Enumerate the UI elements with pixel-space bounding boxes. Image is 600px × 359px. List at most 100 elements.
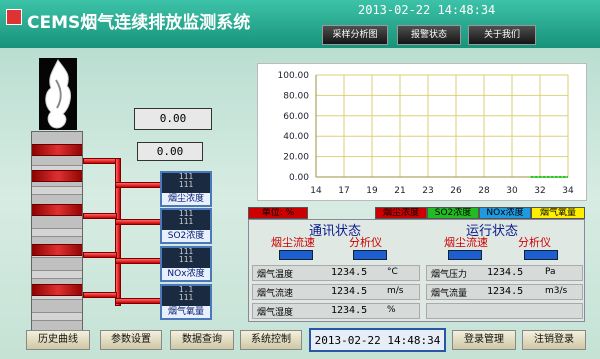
legend-unit: 单位: % [248, 207, 308, 219]
sensor-value: 111 [178, 293, 194, 302]
flow-display-primary: 0.00 [134, 108, 212, 130]
sample-pipe [83, 292, 117, 298]
reading-name: 烟气流速 [257, 289, 294, 299]
header-clock: 2013-02-22 14:48:34 [358, 3, 496, 17]
reading-value: 1234.5 [331, 267, 368, 278]
reading-unit: Pa [545, 267, 556, 277]
logout-button[interactable]: 注销登录 [522, 330, 586, 350]
sensor-label: 烟尘浓度 [162, 193, 210, 205]
sample-pipe [83, 252, 117, 258]
dust-concentration-sensor: 111 111 烟尘浓度 [160, 171, 212, 207]
sensor-label: SO2浓度 [162, 230, 210, 242]
alarm-status-button[interactable]: 报警状态 [397, 25, 461, 45]
chimney-band [32, 170, 82, 182]
y-tick-label: 60.00 [283, 112, 309, 122]
parameter-settings-button[interactable]: 参数设置 [100, 330, 162, 350]
reading-name: 烟气流量 [431, 289, 468, 299]
chimney [31, 131, 83, 350]
reading-unit: °C [387, 267, 398, 277]
trend-chart: 14 17 19 21 23 26 28 30 32 34 0.00 20.00 40.00 60.00 8… [257, 63, 587, 201]
app-title: CEMS烟气连续排放监测系统 [27, 13, 251, 33]
x-tick-label: 28 [478, 186, 490, 196]
legend-label: NOx浓度 [486, 208, 524, 218]
reading-row: 烟气温度 1234.5 °C [252, 265, 420, 281]
comm-label-flow: 烟尘流速 [271, 236, 315, 249]
sensor-value: 111 [178, 180, 194, 189]
trend-chart-svg: 14 17 19 21 23 26 28 30 32 34 0.00 20.00 40.00 60.00 8… [278, 71, 574, 196]
reading-row-empty [426, 303, 583, 319]
reading-unit: % [387, 305, 396, 315]
reading-unit: m3/s [545, 286, 568, 296]
app-logo-icon [6, 9, 22, 25]
legend-label: 烟尘浓度 [382, 208, 419, 218]
sample-pipe [115, 158, 121, 306]
oxygen-sensor: 1.1 111 烟气氧量 [160, 284, 212, 320]
data-query-button[interactable]: 数据查询 [170, 330, 234, 350]
x-tick-label: 30 [506, 186, 518, 196]
chimney-band [32, 244, 82, 256]
x-tick-label: 32 [534, 186, 545, 196]
sensor-value: 111 [178, 217, 194, 226]
reading-value: 1234.5 [331, 286, 368, 297]
reading-value: 1234.5 [487, 286, 524, 297]
legend-so2: SO2浓度 [427, 207, 479, 219]
nox-concentration-sensor: 111 111 NOx浓度 [160, 246, 212, 282]
footer-clock: 2013-02-22 14:48:34 [309, 328, 446, 352]
y-tick-label: 20.00 [283, 153, 309, 163]
comm-flow-indicator [279, 250, 313, 260]
x-tick-label: 19 [366, 186, 378, 196]
login-management-button[interactable]: 登录管理 [452, 330, 516, 350]
about-us-button[interactable]: 关于我们 [468, 25, 536, 45]
chimney-band [32, 144, 82, 156]
legend-label: 烟气氧量 [539, 208, 576, 218]
run-analyzer-indicator [524, 250, 558, 260]
system-control-button[interactable]: 系统控制 [240, 330, 302, 350]
reading-row: 烟气湿度 1234.5 % [252, 303, 420, 319]
sampling-chart-button[interactable]: 采样分析图 [322, 25, 388, 45]
chimney-band [32, 204, 82, 216]
y-tick-label: 0.00 [289, 173, 309, 183]
sensor-value: 111 [178, 255, 194, 264]
reading-row: 烟气压力 1234.5 Pa [426, 265, 583, 281]
run-label-analyzer: 分析仪 [518, 236, 551, 249]
x-tick-label: 21 [394, 186, 405, 196]
y-tick-label: 80.00 [283, 91, 309, 101]
smoke-plume-icon [39, 58, 77, 130]
run-flow-indicator [448, 250, 482, 260]
sample-pipe [115, 219, 162, 225]
reading-name: 烟气压力 [431, 270, 468, 280]
comm-analyzer-indicator [353, 250, 387, 260]
sample-pipe [115, 182, 162, 188]
reading-name: 烟气湿度 [257, 308, 294, 318]
comm-label-analyzer: 分析仪 [349, 236, 382, 249]
chimney-band [32, 284, 82, 296]
run-label-flow: 烟尘流速 [444, 236, 488, 249]
x-tick-label: 23 [422, 186, 433, 196]
reading-row: 烟气流量 1234.5 m3/s [426, 284, 583, 300]
top-bar: CEMS烟气连续排放监测系统 2013-02-22 14:48:34 采样分析图… [0, 0, 600, 48]
x-tick-label: 34 [562, 186, 574, 196]
legend-oxygen: 烟气氧量 [531, 207, 585, 219]
x-tick-label: 14 [310, 186, 322, 196]
sensor-label: 烟气氧量 [162, 306, 210, 318]
so2-concentration-sensor: 111 111 SO2浓度 [160, 208, 212, 244]
app-window: CEMS烟气连续排放监测系统 2013-02-22 14:48:34 采样分析图… [0, 0, 600, 359]
legend-label: 单位: % [261, 208, 295, 218]
reading-name: 烟气温度 [257, 270, 294, 280]
history-curve-button[interactable]: 历史曲线 [26, 330, 90, 350]
x-tick-label: 26 [450, 186, 462, 196]
sample-pipe [115, 298, 162, 304]
sample-pipe [83, 213, 117, 219]
flow-display-secondary: 0.00 [137, 142, 203, 161]
reading-value: 1234.5 [487, 267, 524, 278]
legend-label: SO2浓度 [434, 208, 472, 218]
sensor-label: NOx浓度 [162, 268, 210, 280]
sample-pipe [115, 258, 162, 264]
status-panel: 通讯状态 运行状态 烟尘流速 分析仪 烟尘流速 分析仪 烟气温度 1234.5 … [248, 219, 585, 322]
reading-value: 1234.5 [331, 305, 368, 316]
legend-dust: 烟尘浓度 [375, 207, 427, 219]
y-tick-label: 100.00 [278, 71, 310, 81]
legend-nox: NOx浓度 [479, 207, 531, 219]
reading-unit: m/s [387, 286, 404, 296]
x-tick-label: 17 [338, 186, 349, 196]
